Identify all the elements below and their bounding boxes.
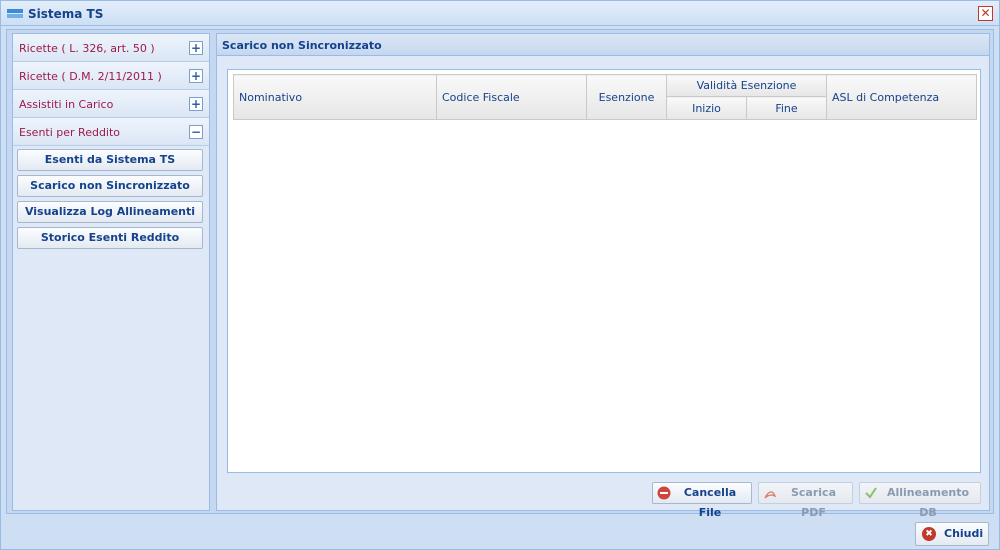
window-footer: ✖ Chiudi xyxy=(1,517,999,549)
scarica-pdf-button[interactable]: Scarica PDF xyxy=(758,482,853,519)
column-esenzione[interactable]: Esenzione xyxy=(586,74,667,120)
allineamento-db-button[interactable]: Allineamento DB xyxy=(859,482,981,519)
expand-icon[interactable]: + xyxy=(189,69,203,83)
accordion-ricette-dm[interactable]: Ricette ( D.M. 2/11/2011 ) + xyxy=(13,62,209,90)
allineamento-db-label: Allineamento DB xyxy=(886,486,970,519)
check-icon xyxy=(865,487,877,499)
column-fine[interactable]: Fine xyxy=(746,96,827,120)
main-panel: Scarico non Sincronizzato Nominativo Cod… xyxy=(216,33,990,519)
data-grid: Nominativo Codice Fiscale Esenzione Vali… xyxy=(233,74,977,120)
column-validita: Validità Esenzione xyxy=(666,74,827,97)
accordion-label: Assistiti in Carico xyxy=(19,98,114,111)
accordion-esenti-reddito[interactable]: Esenti per Reddito − xyxy=(13,118,209,146)
sidebar: Ricette ( L. 326, art. 50 ) + Ricette ( … xyxy=(12,33,210,511)
expand-icon[interactable]: + xyxy=(189,97,203,111)
accordion-label: Ricette ( L. 326, art. 50 ) xyxy=(19,42,155,55)
pdf-icon xyxy=(764,491,777,499)
chiudi-label: Chiudi xyxy=(944,527,984,540)
grid-container: Nominativo Codice Fiscale Esenzione Vali… xyxy=(227,69,981,473)
column-inizio[interactable]: Inizio xyxy=(666,96,747,120)
title-bar: Sistema TS ✕ xyxy=(1,1,999,26)
expand-icon[interactable]: + xyxy=(189,41,203,55)
window-close-button[interactable]: ✕ xyxy=(978,6,993,21)
window-title: Sistema TS xyxy=(28,7,104,21)
close-circle-icon: ✖ xyxy=(922,527,936,541)
accordion-label: Ricette ( D.M. 2/11/2011 ) xyxy=(19,70,162,83)
window: Sistema TS ✕ Ricette ( L. 326, art. 50 )… xyxy=(0,0,1000,550)
column-nominativo[interactable]: Nominativo xyxy=(233,74,437,120)
esenti-sistema-ts-button[interactable]: Esenti da Sistema TS xyxy=(17,149,203,171)
storico-esenti-button[interactable]: Storico Esenti Reddito xyxy=(17,227,203,249)
window-icon xyxy=(7,9,23,19)
panel-title: Scarico non Sincronizzato xyxy=(217,34,989,56)
cancella-file-button[interactable]: Cancella File xyxy=(652,482,752,519)
column-codice-fiscale[interactable]: Codice Fiscale xyxy=(436,74,587,120)
body-area: Ricette ( L. 326, art. 50 ) + Ricette ( … xyxy=(6,29,994,519)
visualizza-log-button[interactable]: Visualizza Log Allineamenti xyxy=(17,201,203,223)
minus-circle-icon xyxy=(657,486,671,500)
accordion-assistiti[interactable]: Assistiti in Carico + xyxy=(13,90,209,118)
accordion-label: Esenti per Reddito xyxy=(19,126,121,139)
chiudi-button[interactable]: ✖ Chiudi xyxy=(915,522,989,546)
column-asl[interactable]: ASL di Competenza xyxy=(826,74,977,120)
cancella-file-label: Cancella File xyxy=(683,486,737,519)
scarico-non-sincronizzato-button[interactable]: Scarico non Sincronizzato xyxy=(17,175,203,197)
accordion-ricette-l326[interactable]: Ricette ( L. 326, art. 50 ) + xyxy=(13,34,209,62)
panel-toolbar: Cancella File Scarica PDF Allineamento D… xyxy=(217,482,989,519)
accordion-body: Esenti da Sistema TS Scarico non Sincron… xyxy=(13,146,209,249)
scarica-pdf-label: Scarica PDF xyxy=(790,486,836,519)
collapse-icon[interactable]: − xyxy=(189,125,203,139)
